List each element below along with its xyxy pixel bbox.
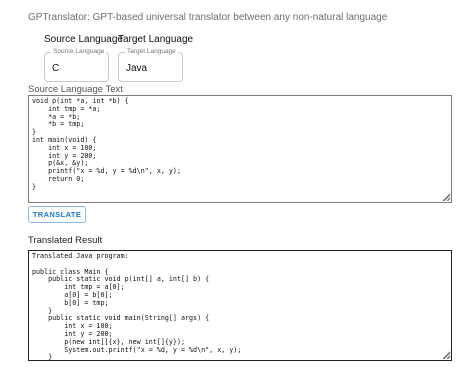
target-language-heading: Target Language [118,34,194,45]
page: GPTranslator: GPT-based universal transl… [0,0,474,380]
translate-button[interactable]: TRANSLATE [28,206,86,223]
target-language-input[interactable] [126,61,175,75]
translated-result-textarea[interactable]: Translated Java program: public class Ma… [28,250,452,361]
translated-result-label: Translated Result [28,235,103,246]
source-language-heading: Source Language [44,34,123,45]
source-language-field-label: Source Language [51,47,107,57]
app-title: GPTranslator: GPT-based universal transl… [28,12,388,23]
source-language-field[interactable]: Source Language [44,47,109,82]
source-language-input[interactable] [52,61,101,75]
source-code-textarea[interactable]: void p(int *a, int *b) { int tmp = *a; *… [28,95,452,203]
target-language-field-label: Target Language [125,47,178,57]
target-language-field[interactable]: Target Language [118,47,183,82]
source-text-label: Source Language Text [28,84,123,95]
